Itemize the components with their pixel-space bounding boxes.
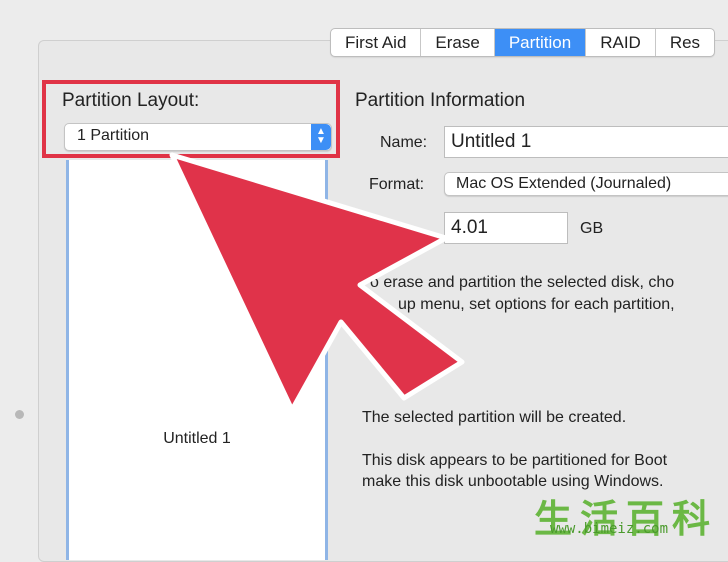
pointer-arrow-icon xyxy=(169,152,465,413)
watermark-url: www.bimeiz.com xyxy=(550,521,669,537)
watermark: 生活百科 www.bimeiz.com xyxy=(528,488,728,546)
